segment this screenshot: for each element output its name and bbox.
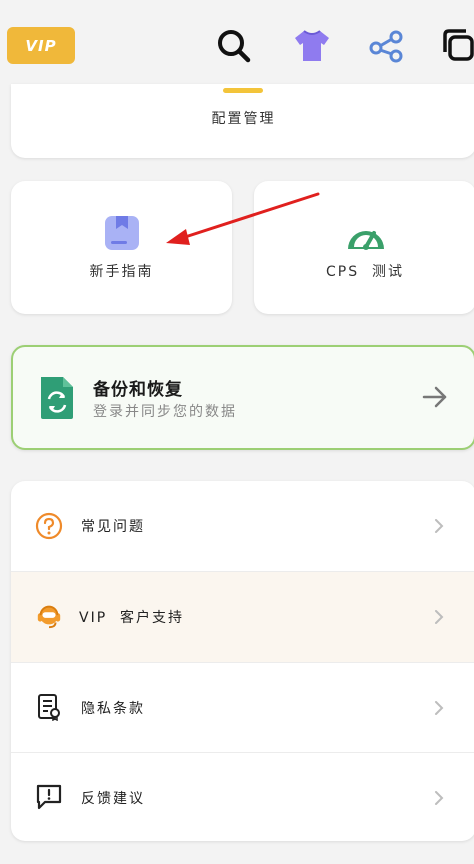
- tab-indicator: [223, 88, 263, 93]
- chevron-right-icon: [435, 610, 444, 624]
- cps-tile[interactable]: CPS 测试: [254, 181, 474, 314]
- list-item-vip-support[interactable]: VIP 客户支持: [11, 572, 474, 662]
- backup-subtitle: 登录并同步您的数据: [93, 404, 237, 420]
- question-icon: [35, 512, 63, 540]
- backup-title: 备份和恢复: [93, 380, 183, 400]
- chevron-right-icon: [435, 519, 444, 533]
- top-bar: VIP: [0, 0, 474, 92]
- tshirt-icon[interactable]: [290, 24, 334, 68]
- share-icon[interactable]: [364, 24, 408, 68]
- policy-icon: [35, 693, 63, 721]
- config-label: 配置管理: [211, 111, 276, 127]
- list-item-label: 隐私条款: [81, 701, 145, 717]
- list-item-faq[interactable]: 常见问题: [11, 481, 474, 571]
- headset-icon: [35, 602, 63, 630]
- chevron-right-icon: [435, 791, 444, 805]
- speedometer-icon: [344, 217, 384, 257]
- list-item-label: VIP 客户支持: [79, 610, 185, 626]
- guide-tile[interactable]: 新手指南: [11, 181, 232, 314]
- list-item-privacy[interactable]: 隐私条款: [11, 663, 474, 753]
- config-card[interactable]: 配置管理: [11, 84, 474, 158]
- list-item-label: 常见问题: [81, 519, 145, 535]
- copy-icon[interactable]: [438, 24, 474, 68]
- bookmark-icon: [102, 213, 142, 253]
- feedback-icon: [35, 783, 63, 811]
- document-sync-icon: [37, 375, 77, 421]
- list-item-feedback[interactable]: 反馈建议: [11, 753, 474, 841]
- backup-card[interactable]: 备份和恢复 登录并同步您的数据: [11, 345, 474, 450]
- chevron-right-icon: [435, 701, 444, 715]
- settings-list: 常见问题 VIP 客户支持 隐私条款 反馈建议: [11, 481, 474, 841]
- arrow-right-icon[interactable]: [422, 385, 448, 409]
- cps-label: CPS 测试: [325, 264, 404, 280]
- guide-label: 新手指南: [89, 264, 154, 280]
- vip-badge[interactable]: VIP: [7, 27, 75, 64]
- list-item-label: 反馈建议: [81, 791, 145, 807]
- search-icon[interactable]: [212, 24, 256, 68]
